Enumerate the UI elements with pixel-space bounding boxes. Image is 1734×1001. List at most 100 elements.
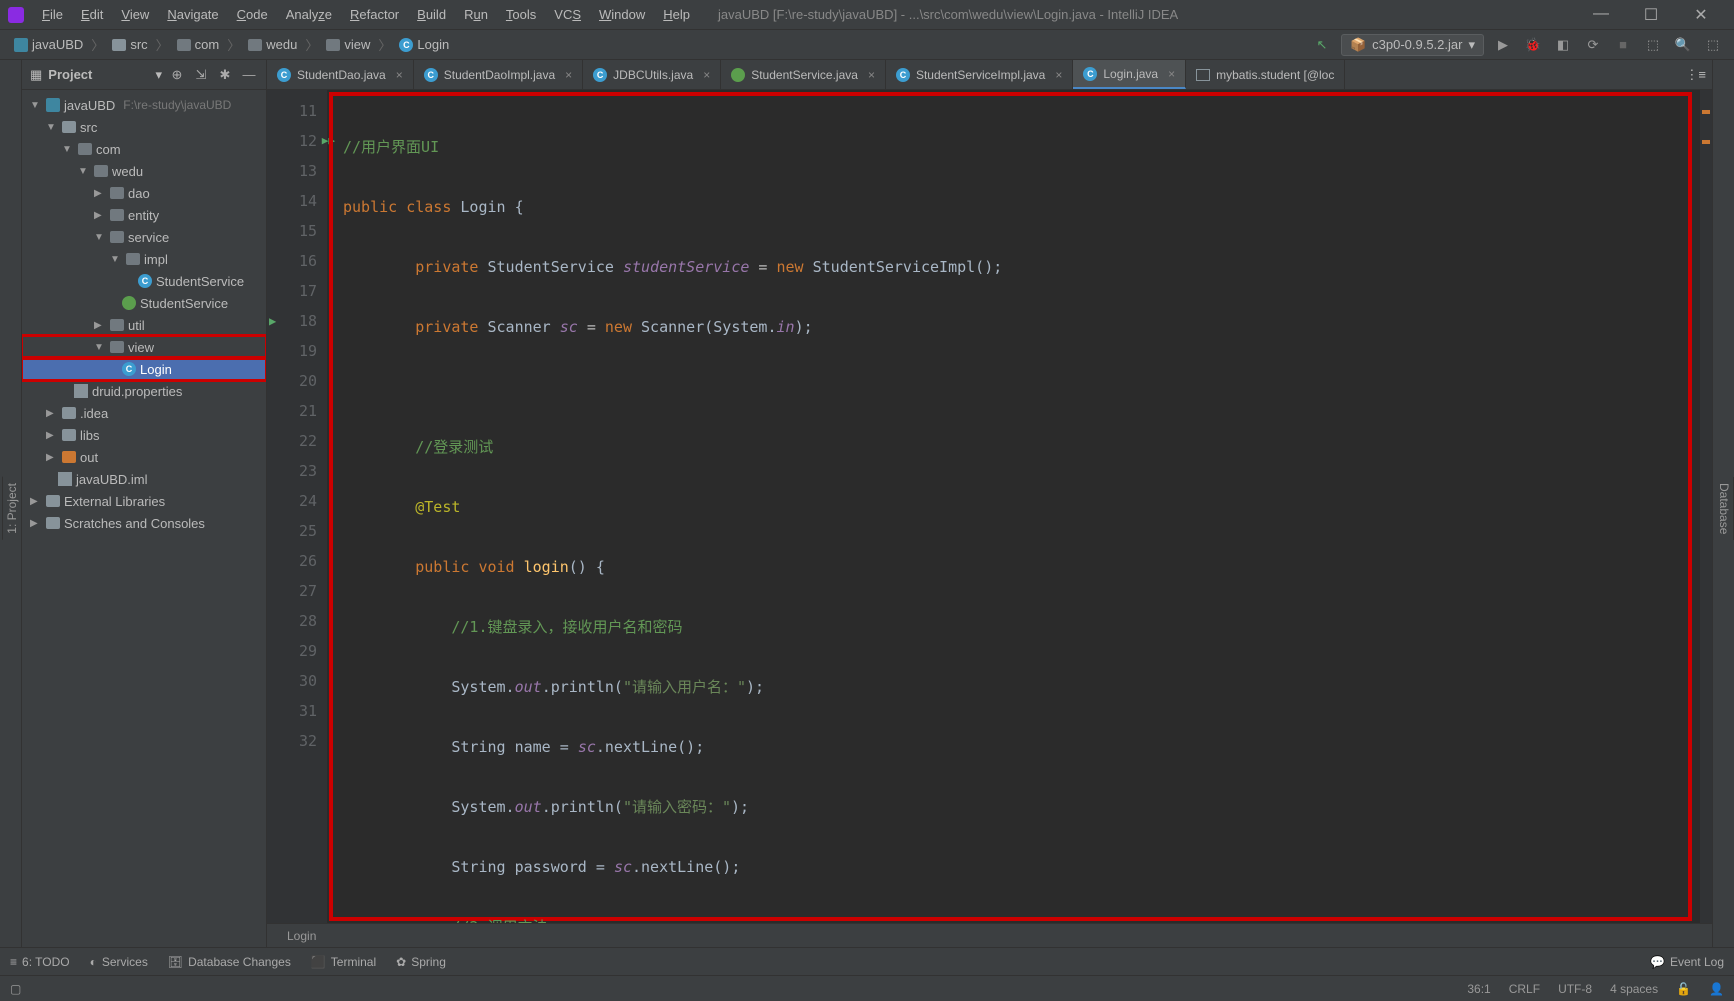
run-test-icon[interactable]: ▶ bbox=[269, 306, 276, 336]
coverage-button[interactable]: ◧ bbox=[1552, 34, 1574, 56]
tool-database-changes[interactable]: 🗄Database Changes bbox=[168, 955, 291, 969]
tree-studentserviceimpl[interactable]: CStudentService bbox=[22, 270, 266, 292]
crumb-login[interactable]: CLogin bbox=[395, 35, 453, 54]
profile-button[interactable]: ⟳ bbox=[1582, 34, 1604, 56]
project-panel-icon: ▦ bbox=[30, 67, 42, 83]
database-icon: 🗄 bbox=[168, 955, 183, 969]
menu-window[interactable]: Window bbox=[591, 3, 653, 26]
search-button[interactable]: 🔍 bbox=[1672, 34, 1694, 56]
crumb-wedu[interactable]: wedu bbox=[244, 35, 301, 54]
crumb-view[interactable]: view bbox=[322, 35, 374, 54]
sidetab-database[interactable]: Database bbox=[1715, 477, 1734, 540]
code-content[interactable]: //用户界面UI public class Login { private St… bbox=[329, 92, 1692, 921]
tree-studentservice[interactable]: StudentService bbox=[22, 292, 266, 314]
class-icon: C bbox=[277, 68, 291, 82]
stop-button[interactable]: ■ bbox=[1612, 34, 1634, 56]
tab-studentdaoimpl[interactable]: CStudentDaoImpl.java× bbox=[414, 60, 583, 89]
lock-icon[interactable]: 🔓 bbox=[1676, 982, 1691, 996]
close-icon[interactable]: × bbox=[565, 68, 572, 82]
close-icon[interactable]: × bbox=[1168, 67, 1175, 81]
status-icon[interactable]: ▢ bbox=[10, 982, 21, 996]
close-icon[interactable]: × bbox=[396, 68, 403, 82]
close-icon[interactable]: × bbox=[868, 68, 875, 82]
tabs-overflow-icon[interactable]: ⋮≡ bbox=[1679, 60, 1712, 89]
menu-file[interactable]: File bbox=[34, 3, 71, 26]
tree-libs[interactable]: ▶libs bbox=[22, 424, 266, 446]
tree-root[interactable]: ▼javaUBDF:\re-study\javaUBD bbox=[22, 94, 266, 116]
package-icon bbox=[326, 39, 340, 51]
tree-src[interactable]: ▼src bbox=[22, 116, 266, 138]
tab-studentdao[interactable]: CStudentDao.java× bbox=[267, 60, 414, 89]
tree-extlib[interactable]: ▶External Libraries bbox=[22, 490, 266, 512]
status-eol[interactable]: CRLF bbox=[1509, 982, 1540, 996]
tree-entity[interactable]: ▶entity bbox=[22, 204, 266, 226]
tree-out[interactable]: ▶out bbox=[22, 446, 266, 468]
crumb-com[interactable]: com bbox=[173, 35, 224, 54]
left-tool-strip: 1: Project 7: Structure 2: Favorites bbox=[0, 60, 22, 947]
menu-run[interactable]: Run bbox=[456, 3, 496, 26]
menu-navigate[interactable]: Navigate bbox=[159, 3, 226, 26]
tree-login[interactable]: CLogin bbox=[22, 358, 266, 380]
tree-iml[interactable]: javaUBD.iml bbox=[22, 468, 266, 490]
minimize-button[interactable]: — bbox=[1586, 5, 1616, 25]
gear-icon[interactable]: ✱ bbox=[216, 67, 234, 83]
tab-mybatis-student[interactable]: mybatis.student [@loc bbox=[1186, 60, 1345, 89]
menu-edit[interactable]: Edit bbox=[73, 3, 111, 26]
tool-spring[interactable]: ✿Spring bbox=[396, 955, 446, 969]
hide-icon[interactable]: — bbox=[240, 67, 258, 82]
select-opened-icon[interactable]: ⊕ bbox=[168, 67, 186, 83]
crumb-src[interactable]: src bbox=[108, 35, 151, 54]
tool-event-log[interactable]: 💬Event Log bbox=[1650, 955, 1724, 969]
status-indent[interactable]: 4 spaces bbox=[1610, 982, 1658, 996]
file-icon bbox=[58, 472, 72, 486]
tree-scratches[interactable]: ▶Scratches and Consoles bbox=[22, 512, 266, 534]
menu-build[interactable]: Build bbox=[409, 3, 454, 26]
inspection-icon[interactable]: 👤 bbox=[1709, 982, 1724, 996]
menu-tools[interactable]: Tools bbox=[498, 3, 544, 26]
tree-wedu[interactable]: ▼wedu bbox=[22, 160, 266, 182]
tab-login[interactable]: CLogin.java× bbox=[1073, 60, 1186, 89]
chevron-down-icon[interactable]: ▾ bbox=[155, 67, 162, 83]
tree-util[interactable]: ▶util bbox=[22, 314, 266, 336]
vcs-update-button[interactable]: ⬚ bbox=[1642, 34, 1664, 56]
menu-help[interactable]: Help bbox=[655, 3, 698, 26]
debug-button[interactable]: 🐞 bbox=[1522, 34, 1544, 56]
close-icon[interactable]: × bbox=[703, 68, 710, 82]
tree-service[interactable]: ▼service bbox=[22, 226, 266, 248]
structure-button[interactable]: ⬚ bbox=[1702, 34, 1724, 56]
tab-studentserviceimpl[interactable]: CStudentServiceImpl.java× bbox=[886, 60, 1073, 89]
tool-todo[interactable]: ≡6: TODO bbox=[10, 955, 70, 969]
tree-view[interactable]: ▼view bbox=[22, 336, 266, 358]
tree-impl[interactable]: ▼impl bbox=[22, 248, 266, 270]
tab-jdbcutils[interactable]: CJDBCUtils.java× bbox=[583, 60, 721, 89]
close-button[interactable]: ✕ bbox=[1686, 5, 1716, 25]
tool-terminal[interactable]: ⬛Terminal bbox=[311, 955, 376, 969]
file-icon bbox=[74, 384, 88, 398]
tab-studentservice[interactable]: StudentService.java× bbox=[721, 60, 886, 89]
expand-all-icon[interactable]: ⇲ bbox=[192, 67, 210, 83]
code-editor[interactable]: 11 ▶▶12 13 14 15 16 17 ▶18 19 20 21 22 2… bbox=[267, 90, 1712, 923]
error-stripe[interactable] bbox=[1700, 90, 1712, 923]
menu-refactor[interactable]: Refactor bbox=[342, 3, 407, 26]
tree-dao[interactable]: ▶dao bbox=[22, 182, 266, 204]
tree-druid[interactable]: druid.properties bbox=[22, 380, 266, 402]
sidetab-project[interactable]: 1: Project bbox=[2, 477, 21, 540]
status-position[interactable]: 36:1 bbox=[1467, 982, 1490, 996]
run-config-dropdown[interactable]: 📦 c3p0-0.9.5.2.jar ▾ bbox=[1341, 34, 1484, 56]
status-encoding[interactable]: UTF-8 bbox=[1558, 982, 1592, 996]
crumb-project[interactable]: javaUBD bbox=[10, 35, 87, 54]
menu-vcs[interactable]: VCS bbox=[546, 3, 589, 26]
menu-view[interactable]: View bbox=[113, 3, 157, 26]
build-button[interactable]: ↖ bbox=[1311, 34, 1333, 56]
tree-idea[interactable]: ▶.idea bbox=[22, 402, 266, 424]
tree-com[interactable]: ▼com bbox=[22, 138, 266, 160]
interface-icon bbox=[731, 68, 745, 82]
tool-services[interactable]: ◐Services bbox=[90, 955, 148, 969]
menu-analyze[interactable]: Analyze bbox=[278, 3, 340, 26]
spring-icon: ✿ bbox=[396, 955, 406, 969]
maximize-button[interactable]: ☐ bbox=[1636, 5, 1666, 25]
class-icon: C bbox=[399, 38, 413, 52]
menu-code[interactable]: Code bbox=[229, 3, 276, 26]
close-icon[interactable]: × bbox=[1055, 68, 1062, 82]
run-button[interactable]: ▶ bbox=[1492, 34, 1514, 56]
